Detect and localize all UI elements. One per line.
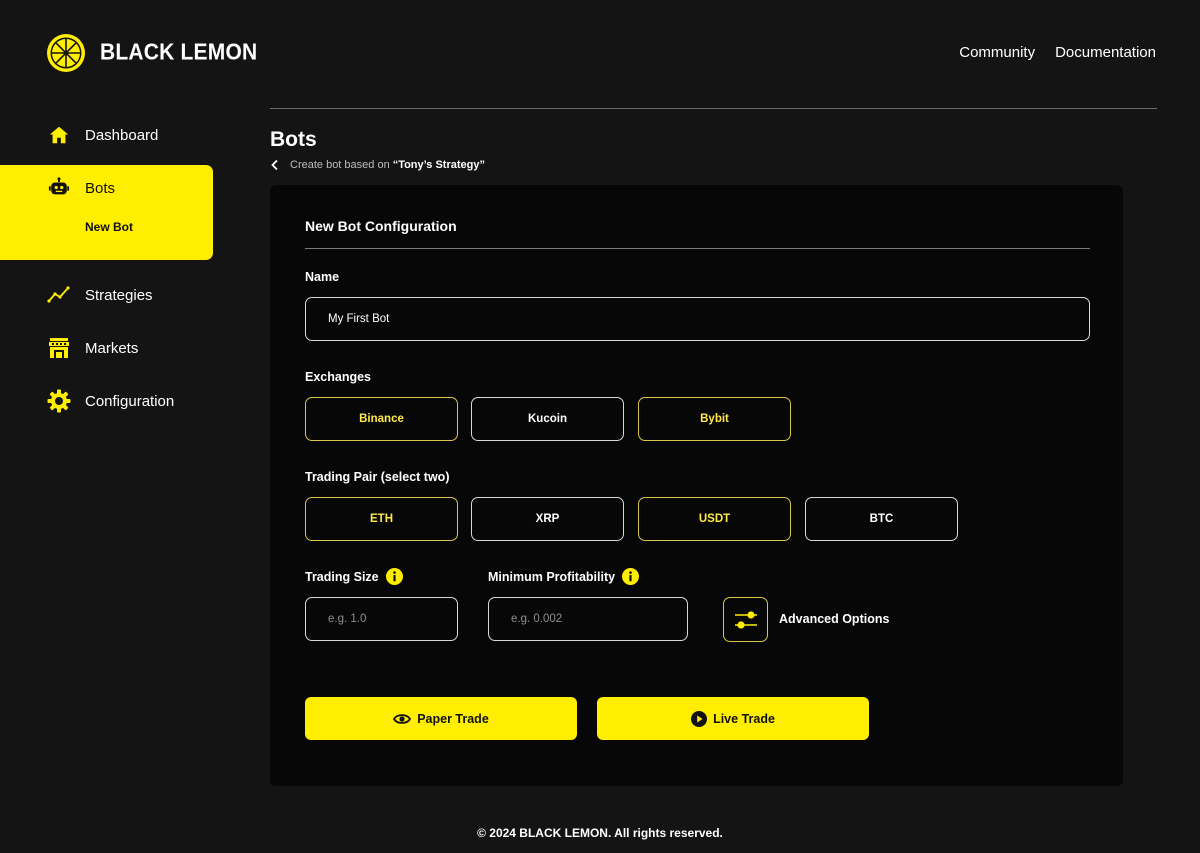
nav-community-link[interactable]: Community [959, 44, 1035, 61]
bot-config-card: New Bot Configuration Name Exchanges Bin… [270, 185, 1123, 786]
info-icon[interactable] [622, 568, 639, 585]
bot-name-input[interactable] [305, 297, 1090, 341]
breadcrumb-strategy[interactable]: “Tony’s Strategy” [393, 159, 485, 171]
exchange-chip-kucoin[interactable]: Kucoin [471, 397, 624, 441]
sidebar-item-markets[interactable]: Markets [47, 336, 138, 360]
min-profitability-input[interactable] [488, 597, 688, 641]
pair-chip-usdt[interactable]: USDT [638, 497, 791, 541]
brand-logo[interactable]: BLACK LEMON [46, 33, 257, 73]
play-circle-icon [691, 710, 708, 727]
header-divider [270, 108, 1157, 109]
sidebar-item-bots[interactable]: Bots [0, 165, 213, 260]
sidebar-item-label: Dashboard [85, 126, 159, 144]
card-divider [305, 248, 1090, 249]
sliders-icon [734, 610, 757, 629]
trend-line-icon [47, 283, 71, 307]
pair-chip-eth[interactable]: ETH [305, 497, 458, 541]
sidebar-item-label: Markets [85, 339, 139, 357]
name-label: Name [305, 270, 340, 284]
min-profitability-label: Minimum Profitability [488, 570, 616, 584]
live-trade-button[interactable]: Live Trade [597, 697, 869, 740]
advanced-options-button[interactable] [723, 597, 768, 642]
trading-size-input[interactable] [305, 597, 458, 641]
robot-icon [47, 176, 71, 200]
sidebar-item-strategies[interactable]: Strategies [47, 283, 153, 307]
paper-trade-label: Paper Trade [417, 711, 489, 726]
breadcrumb: Create bot based on “Tony’s Strategy” [270, 158, 485, 172]
paper-trade-button[interactable]: Paper Trade [305, 697, 577, 740]
exchange-chip-bybit[interactable]: Bybit [638, 397, 791, 441]
sidebar-item-label: Strategies [85, 286, 153, 304]
advanced-options-label[interactable]: Advanced Options [779, 612, 889, 626]
home-icon [47, 123, 71, 147]
sidebar-item-label: Configuration [85, 392, 175, 410]
sidebar-item-dashboard[interactable]: Dashboard [47, 123, 158, 147]
sidebar-subitem-new-bot[interactable]: New Bot [85, 220, 133, 234]
live-trade-label: Live Trade [713, 711, 775, 726]
info-icon[interactable] [386, 568, 403, 585]
pair-chip-xrp[interactable]: XRP [471, 497, 624, 541]
top-nav: Community Documentation [959, 44, 1156, 61]
sidebar-item-configuration[interactable]: Configuration [47, 389, 174, 413]
trading-pair-label: Trading Pair (select two) [305, 470, 450, 484]
footer-copyright: © 2024 BLACK LEMON. All rights reserved. [477, 826, 723, 840]
pair-chip-btc[interactable]: BTC [805, 497, 958, 541]
exchange-chip-binance[interactable]: Binance [305, 397, 458, 441]
breadcrumb-prefix: Create bot based on [290, 159, 390, 171]
page-title: Bots [270, 128, 317, 151]
brand-name: BLACK LEMON [100, 39, 258, 66]
market-store-icon [47, 336, 71, 360]
card-title: New Bot Configuration [305, 218, 457, 234]
lemon-slice-icon [47, 34, 85, 72]
app-page: BLACK LEMON Community Documentation Dash… [0, 0, 1200, 853]
gear-icon [47, 389, 71, 413]
chevron-left-icon[interactable] [270, 158, 284, 172]
sidebar-item-label: Bots [85, 179, 116, 197]
sidebar-item-bots-row: Bots [47, 176, 115, 200]
trading-size-label: Trading Size [305, 570, 379, 584]
eye-icon [393, 713, 412, 724]
exchanges-label: Exchanges [305, 370, 372, 384]
nav-documentation-link[interactable]: Documentation [1055, 44, 1156, 61]
